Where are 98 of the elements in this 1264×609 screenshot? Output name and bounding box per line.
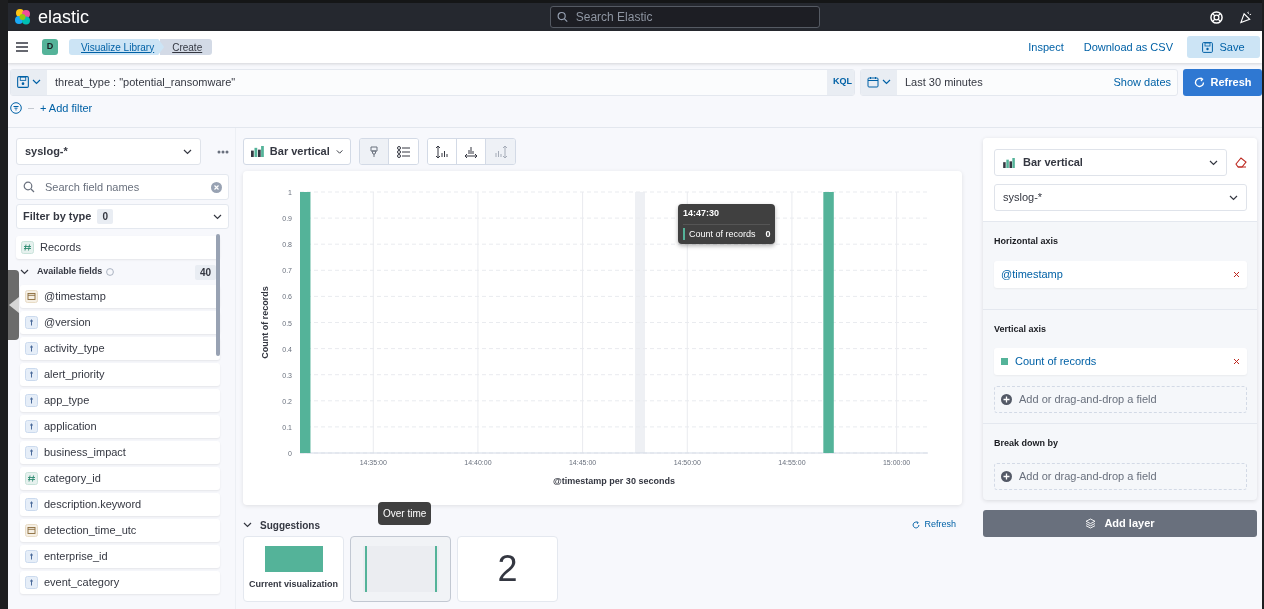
axis-title: Count of records [260, 286, 270, 359]
section-title: Vertical axis [994, 322, 1047, 336]
search-input[interactable]: Search Elastic [573, 7, 813, 27]
caret-icon [335, 148, 343, 155]
space-avatar[interactable]: D [42, 39, 58, 55]
calendar-field-icon [25, 524, 38, 537]
caret-icon [1209, 159, 1218, 166]
caret-icon [213, 213, 222, 220]
search-field[interactable]: Search Elastic [549, 6, 820, 28]
info-icon [106, 268, 115, 276]
metric-value: 2 [497, 551, 518, 587]
help-icon[interactable] [1210, 10, 1223, 24]
string-field-icon [25, 550, 38, 563]
section-title: Break down by [994, 437, 1058, 450]
field-item[interactable]: description.keyword [20, 493, 220, 516]
suggestion-card[interactable]: Current visualization [243, 536, 344, 602]
left-axis-icon[interactable] [428, 139, 457, 164]
number-field-icon [21, 241, 34, 254]
count-badge: 40 [194, 264, 216, 280]
save-icon [1202, 41, 1214, 53]
add-field-button[interactable]: Add or drag-and-drop a field [994, 462, 1247, 490]
date-quick-menu-button[interactable] [861, 69, 897, 95]
refresh-icon [912, 521, 921, 529]
field-item[interactable]: business_impact [20, 441, 220, 464]
remove-icon[interactable] [1233, 270, 1240, 278]
add-layer-button[interactable]: Add layer [983, 509, 1257, 537]
remove-icon[interactable] [1233, 358, 1240, 365]
caret-icon[interactable] [243, 522, 252, 528]
search-input[interactable]: Search field names [43, 177, 203, 197]
collapse-handle[interactable] [8, 270, 19, 340]
field-item[interactable]: alert_priority [20, 363, 220, 386]
string-field-icon [25, 368, 38, 381]
filter-icon[interactable] [10, 102, 22, 114]
newsfeed-icon[interactable] [1239, 10, 1252, 24]
logo-text: elastic [38, 5, 90, 29]
section-title: Horizontal axis [994, 235, 1058, 248]
axis-title: @timestamp per 30 seconds [553, 476, 675, 486]
plus-icon [1001, 394, 1012, 405]
caret-icon [882, 79, 891, 85]
calendar-field-icon [25, 290, 38, 303]
chart-tooltip: 14:47:30 Count of records 0 [677, 204, 776, 244]
tooltip: Over time [378, 502, 432, 525]
refresh-link[interactable]: Refresh [912, 518, 956, 532]
caret-icon[interactable] [20, 269, 29, 275]
caret-icon [183, 148, 192, 155]
toolbar-link[interactable]: Download as CSV [1083, 38, 1173, 56]
string-field-icon [25, 446, 38, 459]
bar-chart-icon [1003, 157, 1015, 168]
save-button[interactable]: Save [1187, 36, 1260, 58]
search-icon [556, 11, 568, 23]
string-field-icon [25, 420, 38, 433]
string-field-icon [25, 394, 38, 407]
logo-icon [14, 8, 32, 26]
field-item[interactable]: application [20, 415, 220, 438]
bar-chart-icon [251, 145, 264, 158]
add-filter-link[interactable]: + Add filter [40, 99, 93, 117]
field-item[interactable]: enterprise_id [20, 545, 220, 568]
scrollbar[interactable] [216, 234, 220, 356]
menu-icon[interactable] [16, 42, 28, 52]
eraser-icon[interactable] [1235, 157, 1247, 168]
show-dates-link[interactable]: Show dates [1113, 69, 1177, 95]
index-pattern-dropdown[interactable]: syslog-* [994, 184, 1247, 211]
bar-preview [264, 546, 323, 573]
caret-icon [1229, 194, 1238, 201]
search-icon [23, 181, 35, 193]
breadcrumb[interactable]: Visualize Library [69, 39, 165, 55]
add-field-button[interactable]: Add or drag-and-drop a field [994, 386, 1247, 413]
section-title: Suggestions [260, 518, 320, 533]
refresh-button[interactable]: Refresh [1183, 68, 1262, 96]
number-field-icon [25, 472, 38, 485]
dimension-item[interactable]: Count of records [994, 348, 1247, 375]
field-item[interactable]: category_id [20, 467, 220, 490]
breadcrumb[interactable]: Create [160, 39, 213, 55]
string-field-icon [25, 576, 38, 589]
field-item[interactable]: event_category [20, 571, 220, 594]
dimension-item[interactable]: @timestamp [994, 260, 1247, 288]
chart-type-dropdown[interactable]: Bar vertical [243, 138, 351, 165]
suggestion-label: Current visualization [249, 578, 338, 592]
string-field-icon [25, 342, 38, 355]
toolbar-link[interactable]: Inspect [1028, 38, 1064, 56]
chart-type-dropdown[interactable]: Bar vertical [994, 149, 1227, 176]
clear-icon[interactable] [211, 181, 222, 193]
index-pattern-dropdown[interactable]: syslog-* [16, 138, 201, 165]
string-field-icon [25, 498, 38, 511]
suggestion-card[interactable]: 2 [457, 536, 558, 602]
filter-by-type-dropdown[interactable]: Filter by type 0 [16, 204, 229, 229]
plus-icon [1001, 470, 1012, 482]
more-icon[interactable] [217, 149, 229, 154]
field-item[interactable]: detection_time_utc [20, 519, 220, 542]
field-item[interactable]: activity_type [20, 337, 220, 360]
string-field-icon [25, 316, 38, 329]
section-title: Available fields [37, 265, 103, 279]
time-range-text: Last 30 minutes [904, 74, 984, 90]
calendar-icon [867, 76, 879, 88]
refresh-icon [1193, 76, 1205, 88]
field-item[interactable]: app_type [20, 389, 220, 412]
layers-icon [1085, 517, 1097, 529]
collapse-icon [8, 297, 19, 313]
